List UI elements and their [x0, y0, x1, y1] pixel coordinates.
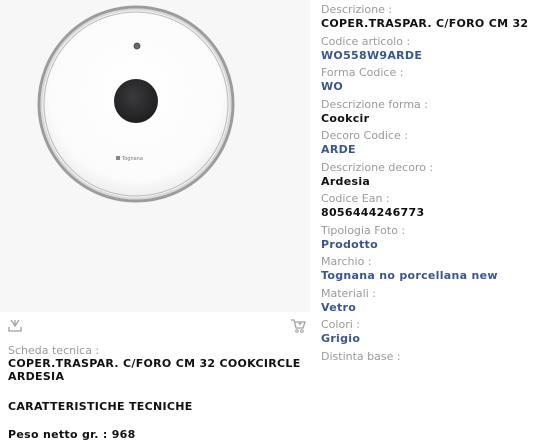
technical-sheet: Scheda tecnica : COPER.TRASPAR. C/FORO C… [8, 344, 308, 441]
attr-value: 8056444246773 [321, 206, 425, 219]
attr-descrizione-forma: Descrizione forma : Cookcir [321, 98, 543, 130]
attr-distinta-base: Distinta base : [321, 350, 543, 382]
attr-value-link[interactable]: Tognana no porcellana new [321, 268, 543, 283]
attr-descrizione: Descrizione : COPER.TRASPAR. C/FORO CM 3… [321, 3, 543, 35]
attr-forma-codice: Forma Codice : WO [321, 66, 543, 98]
glass-lid-illustration: Tognana [37, 5, 235, 203]
steam-hole [133, 42, 141, 50]
attr-label: Marchio : [321, 255, 372, 268]
attr-value-link[interactable]: Grigio [321, 331, 543, 346]
attr-value: Cookcir [321, 111, 370, 125]
attr-codice-ean: Codice Ean : 8056444246773 [321, 192, 543, 224]
add-to-cart-icon[interactable] [290, 318, 306, 334]
attr-value-link[interactable]: Prodotto [321, 237, 543, 252]
technical-characteristics-heading: CARATTERISTICHE TECNICHE [8, 400, 193, 413]
attr-value-link[interactable]: WO558W9ARDE [321, 48, 543, 63]
download-icon[interactable] [7, 318, 23, 334]
attr-decoro-codice: Decoro Codice : ARDE [321, 129, 543, 161]
attr-label: Codice Ean : [321, 192, 390, 205]
attr-label: Materiali : [321, 286, 376, 300]
attr-descrizione-decoro: Descrizione decoro : Ardesia [321, 161, 543, 193]
product-image[interactable]: Tognana [0, 0, 310, 312]
attr-codice-articolo: Codice articolo : WO558W9ARDE [321, 35, 543, 67]
sheet-description-line1: COPER.TRASPAR. C/FORO CM 32 COOKCIRCLE [8, 357, 301, 370]
attr-label: Decoro Codice : [321, 129, 408, 142]
attr-value-link[interactable]: ARDE [321, 142, 543, 157]
net-weight: Peso netto gr. : 968 [8, 428, 136, 441]
attr-value: COPER.TRASPAR. C/FORO CM 32 [321, 17, 529, 30]
attr-label: Codice articolo : [321, 34, 411, 48]
attr-colori: Colori : Grigio [321, 318, 543, 350]
attr-label: Colori : [321, 318, 360, 331]
attr-label: Descrizione decoro : [321, 160, 434, 174]
attr-label: Distinta base : [321, 349, 401, 363]
sheet-label: Scheda tecnica : [8, 344, 100, 357]
product-attributes: Descrizione : COPER.TRASPAR. C/FORO CM 3… [321, 3, 543, 381]
attr-value-link[interactable]: Vetro [321, 300, 543, 315]
attr-label: Descrizione forma : [321, 97, 428, 111]
sheet-description-line2: ARDESIA [8, 370, 65, 383]
lid-knob [114, 79, 158, 123]
attr-marchio: Marchio : Tognana no porcellana new [321, 255, 543, 287]
attr-label: Forma Codice : [321, 66, 404, 79]
attr-tipologia-foto: Tipologia Foto : Prodotto [321, 224, 543, 256]
attr-label: Tipologia Foto : [321, 223, 406, 237]
attr-value: Ardesia [321, 174, 371, 188]
attr-value-link[interactable]: WO [321, 79, 543, 94]
svg-text:Tognana: Tognana [121, 156, 143, 162]
attr-label: Descrizione : [321, 3, 393, 16]
attr-materiali: Materiali : Vetro [321, 287, 543, 319]
